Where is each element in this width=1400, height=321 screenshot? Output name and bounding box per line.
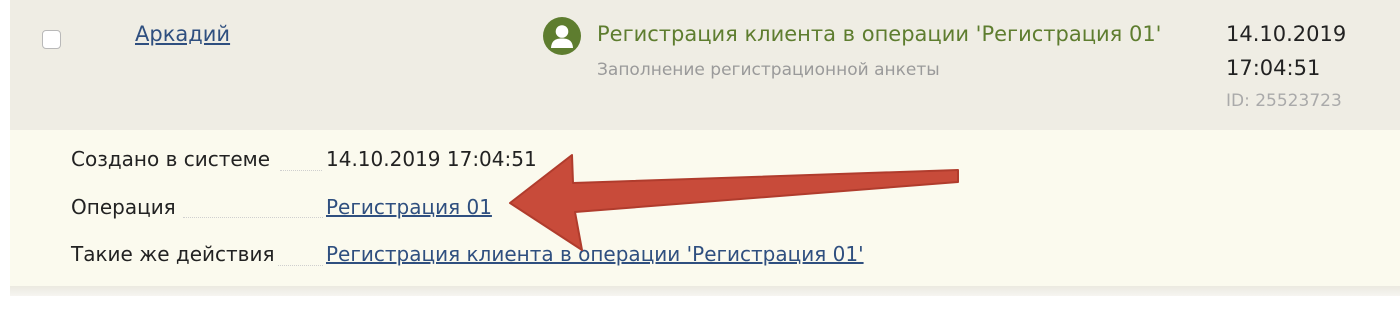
details-panel-bottom-edge <box>10 286 1400 296</box>
action-title: Регистрация клиента в операции 'Регистра… <box>597 22 1162 46</box>
dotted-leader <box>183 217 323 218</box>
same-actions-label: Такие же действия <box>71 242 275 266</box>
created-label: Создано в системе <box>71 147 271 171</box>
record-id: ID: 25523723 <box>1226 91 1342 111</box>
operation-link[interactable]: Регистрация 01 <box>326 195 492 219</box>
action-subtitle: Заполнение регистрационной анкеты <box>597 60 940 80</box>
dotted-leader <box>278 265 323 266</box>
user-avatar-icon <box>543 17 581 55</box>
created-value: 14.10.2019 17:04:51 <box>326 147 537 171</box>
operation-label: Операция <box>71 195 176 219</box>
entry-date: 14.10.2019 <box>1226 22 1347 46</box>
same-actions-link[interactable]: Регистрация клиента в операции 'Регистра… <box>326 242 864 266</box>
dotted-leader <box>280 170 322 171</box>
row-select-checkbox[interactable] <box>42 30 61 49</box>
user-name-link[interactable]: Аркадий <box>135 22 230 46</box>
entry-time: 17:04:51 <box>1226 56 1321 80</box>
